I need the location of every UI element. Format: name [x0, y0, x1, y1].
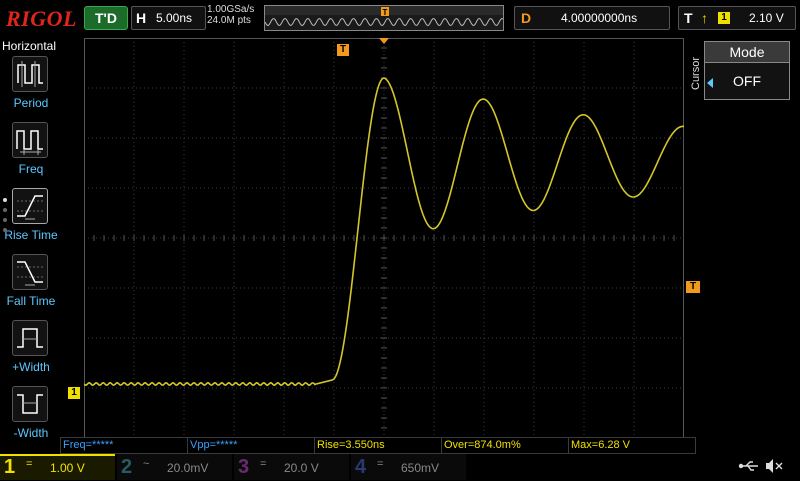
channel2-scale: 20.0mV — [167, 461, 209, 475]
fall-time-icon — [17, 261, 43, 286]
usb-icon — [738, 461, 758, 471]
acquisition-info: 1.00GSa/s 24.0M pts — [207, 4, 254, 26]
measurement-rise[interactable]: Rise=3.550ns — [314, 437, 442, 454]
delay-value: 4.00000000ns — [561, 11, 638, 25]
menu-item-period[interactable]: Period — [0, 56, 62, 118]
menu-item-negative-width[interactable]: -Width — [0, 386, 62, 448]
channel-status-bar: 1 = 1.00 V 2 ~ 20.0mV 3 = 20.0 V 4 = 650… — [0, 454, 800, 480]
trigger-label: T — [684, 10, 693, 26]
waveform-grid — [83, 37, 685, 439]
memory-overview-window[interactable]: T — [264, 5, 504, 31]
menu-label-positive-width: +Width — [12, 360, 50, 374]
measurement-max[interactable]: Max=6.28 V — [568, 437, 696, 454]
channel2-number: 2 — [121, 456, 133, 478]
menu-label-rise-time: Rise Time — [4, 228, 58, 242]
channel4-number: 4 — [355, 456, 367, 478]
top-status-bar: RIGOL T'D H 5.00ns 1.00GSa/s 24.0M pts T… — [0, 0, 800, 36]
measurement-overshoot[interactable]: Over=874.0m% — [441, 437, 569, 454]
horizontal-measure-menu: Horizontal Period Freq Rise Time Fall Ti… — [0, 36, 62, 454]
horizontal-label: H — [136, 10, 147, 26]
channel1-coupling-icon: = — [26, 458, 33, 470]
channel3-scale: 20.0 V — [284, 461, 319, 475]
frequency-icon — [16, 130, 43, 155]
measurement-vpp[interactable]: Vpp=***** — [187, 437, 315, 454]
cursor-mode-button[interactable]: OFF — [704, 62, 790, 100]
channel2-coupling-icon: ~ — [143, 458, 150, 470]
positive-width-icon — [17, 328, 43, 348]
measurement-freq[interactable]: Freq=***** — [60, 437, 188, 454]
channel1-status[interactable]: 1 = 1.00 V — [0, 454, 115, 480]
status-icons — [738, 456, 788, 476]
channel1-offset-marker[interactable]: 1 — [68, 387, 80, 399]
svg-text:T: T — [383, 8, 388, 17]
menu-label-period: Period — [13, 96, 49, 110]
waveform-display[interactable] — [83, 37, 685, 439]
menu-item-fall-time[interactable]: Fall Time — [0, 254, 62, 316]
measurement-bar: Freq=***** Vpp=***** Rise=3.550ns Over=8… — [60, 437, 698, 454]
period-icon — [17, 61, 43, 87]
menu-title: Horizontal — [2, 39, 57, 53]
channel3-status[interactable]: 3 = 20.0 V — [234, 454, 349, 480]
cursor-panel-title: Cursor — [690, 56, 702, 90]
menu-label-negative-width: -Width — [13, 426, 49, 440]
sample-rate: 1.00GSa/s — [207, 4, 255, 15]
cursor-mode-label: Mode — [704, 41, 790, 62]
channel4-coupling-icon: = — [377, 458, 384, 470]
channel2-status[interactable]: 2 ~ 20.0mV — [117, 454, 232, 480]
rise-time-icon — [17, 195, 43, 220]
horizontal-timebase[interactable]: H 5.00ns — [131, 6, 206, 30]
delay-label: D — [521, 10, 532, 26]
rising-edge-icon: ↑ — [701, 10, 708, 26]
trigger-setting[interactable]: T ↑ 1 2.10 V — [678, 6, 796, 30]
speaker-muted-icon[interactable] — [766, 459, 783, 473]
menu-item-rise-time[interactable]: Rise Time — [0, 188, 62, 250]
menu-item-positive-width[interactable]: +Width — [0, 320, 62, 382]
trigger-level: 2.10 V — [749, 11, 784, 25]
menu-label-fall-time: Fall Time — [6, 294, 56, 308]
selector-arrow-icon — [707, 78, 713, 88]
delay-setting[interactable]: D 4.00000000ns — [514, 6, 670, 30]
brand-logo: RIGOL — [6, 6, 77, 31]
cursor-panel: Cursor Mode OFF — [690, 38, 800, 438]
channel4-scale: 650mV — [401, 461, 440, 475]
menu-label-freq: Freq — [18, 162, 44, 176]
channel1-number: 1 — [4, 456, 16, 478]
run-status-badge[interactable]: T'D — [84, 6, 128, 30]
memory-depth: 24.0M pts — [207, 15, 251, 26]
trigger-source: 1 — [718, 12, 730, 24]
trigger-delay-marker[interactable]: T — [337, 44, 349, 56]
channel4-status[interactable]: 4 = 650mV — [351, 454, 466, 480]
timebase-value: 5.00ns — [156, 11, 193, 25]
menu-item-freq[interactable]: Freq — [0, 122, 62, 184]
negative-width-icon — [17, 394, 43, 414]
channel3-number: 3 — [238, 456, 250, 478]
channel3-coupling-icon: = — [260, 458, 267, 470]
channel1-scale: 1.00 V — [50, 461, 85, 475]
memory-overview-waveform: T — [265, 6, 503, 30]
trigger-position-arrow — [379, 38, 389, 44]
